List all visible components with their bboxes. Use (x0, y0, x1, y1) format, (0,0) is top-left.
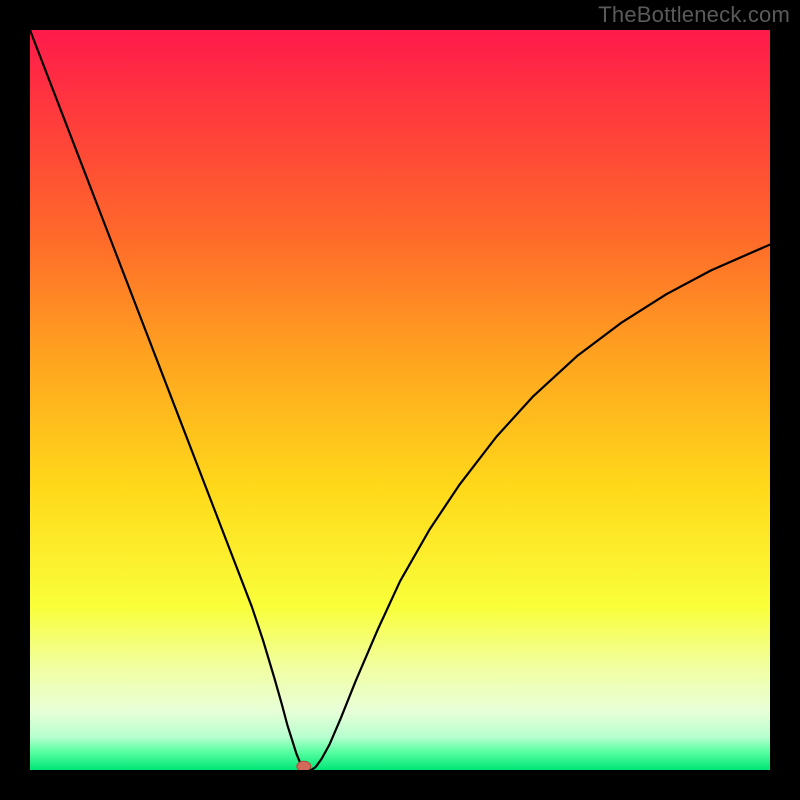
chart-figure: TheBottleneck.com (0, 0, 800, 800)
chart-svg (30, 30, 770, 770)
watermark-text: TheBottleneck.com (598, 2, 790, 28)
gradient-background (30, 30, 770, 770)
plot-area (30, 30, 770, 770)
optimum-marker (297, 761, 311, 770)
